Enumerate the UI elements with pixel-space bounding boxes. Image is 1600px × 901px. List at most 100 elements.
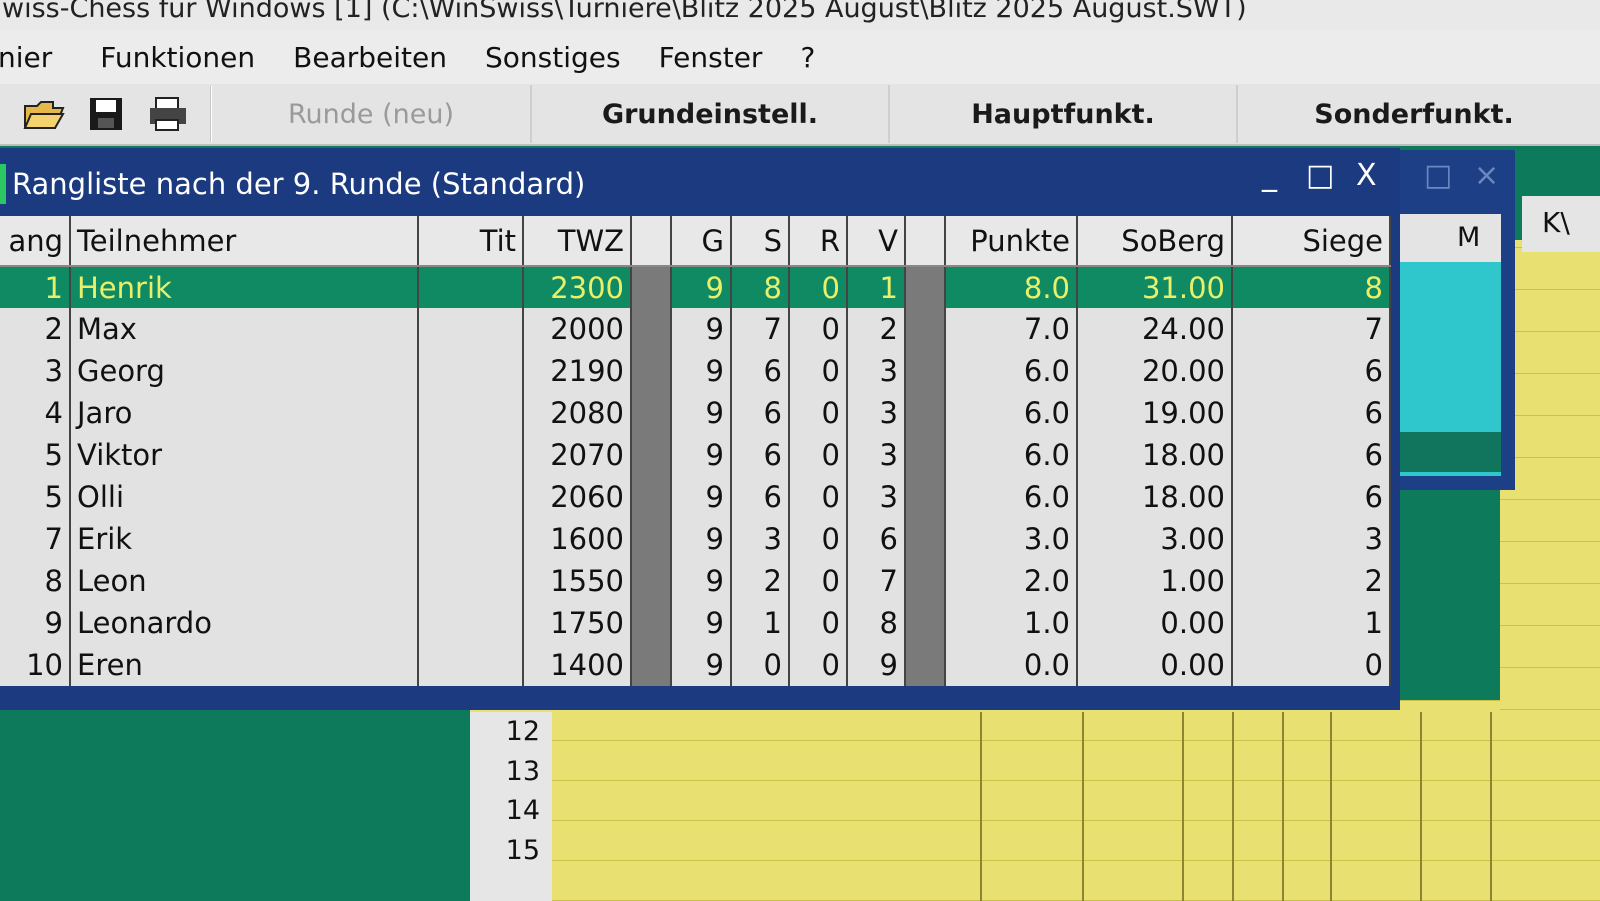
cell-r[interactable]: 0 [789, 602, 848, 644]
cell-r[interactable]: 0 [789, 518, 848, 560]
cell-r[interactable]: 0 [789, 560, 848, 602]
cell-siege[interactable]: 2 [1232, 560, 1391, 602]
cell-siege[interactable]: 7 [1232, 308, 1391, 350]
cell-twz[interactable]: 2300 [523, 266, 632, 308]
background-maximize-icon[interactable]: □ [1424, 158, 1452, 193]
cell-soberg[interactable]: 0.00 [1077, 644, 1233, 686]
cell-s[interactable]: 2 [731, 560, 790, 602]
cell-g[interactable]: 9 [671, 266, 732, 308]
cell-twz[interactable]: 2060 [523, 476, 632, 518]
cell-rang[interactable]: 8 [0, 560, 71, 602]
cell-rang[interactable]: 1 [0, 266, 71, 308]
menu-help[interactable]: ? [800, 41, 815, 74]
cell-soberg[interactable]: 0.00 [1077, 602, 1233, 644]
maximize-icon[interactable]: □ [1306, 158, 1334, 193]
cell-v[interactable]: 9 [847, 644, 906, 686]
table-row[interactable]: 5 Olli 2060 9 6 0 3 6.0 18.00 6 [0, 476, 1391, 518]
cell-teilnehmer[interactable]: Georg [70, 350, 419, 392]
cell-v[interactable]: 3 [847, 350, 906, 392]
cell-rang[interactable]: 10 [0, 644, 71, 686]
table-row[interactable]: 9 Leonardo 1750 9 1 0 8 1.0 0.00 1 [0, 602, 1391, 644]
cell-s[interactable]: 3 [731, 518, 790, 560]
cell-r[interactable]: 0 [789, 434, 848, 476]
column-header-g[interactable]: G [671, 216, 732, 267]
cell-tit[interactable] [418, 434, 524, 476]
cell-g[interactable]: 9 [671, 350, 732, 392]
cell-tit[interactable] [418, 266, 524, 308]
cell-rang[interactable]: 7 [0, 518, 71, 560]
cell-g[interactable]: 9 [671, 476, 732, 518]
cell-twz[interactable]: 1750 [523, 602, 632, 644]
cell-teilnehmer[interactable]: Leon [70, 560, 419, 602]
cell-siege[interactable]: 6 [1232, 434, 1391, 476]
cell-soberg[interactable]: 31.00 [1077, 266, 1233, 308]
table-row[interactable]: 5 Viktor 2070 9 6 0 3 6.0 18.00 6 [0, 434, 1391, 476]
cell-g[interactable]: 9 [671, 518, 732, 560]
cell-r[interactable]: 0 [789, 266, 848, 308]
cell-s[interactable]: 0 [731, 644, 790, 686]
table-row[interactable]: 2 Max 2000 9 7 0 2 7.0 24.00 7 [0, 308, 1391, 350]
table-row[interactable]: 1 Henrik 2300 9 8 0 1 8.0 31.00 8 [0, 266, 1391, 308]
cell-soberg[interactable]: 24.00 [1077, 308, 1233, 350]
cell-siege[interactable]: 6 [1232, 476, 1391, 518]
cell-tit[interactable] [418, 560, 524, 602]
column-header-tit[interactable]: Tit [418, 216, 524, 267]
cell-twz[interactable]: 1400 [523, 644, 632, 686]
cell-s[interactable]: 6 [731, 392, 790, 434]
cell-teilnehmer[interactable]: Viktor [70, 434, 419, 476]
cell-teilnehmer[interactable]: Jaro [70, 392, 419, 434]
cell-twz[interactable]: 2190 [523, 350, 632, 392]
cell-s[interactable]: 7 [731, 308, 790, 350]
cell-punkte[interactable]: 3.0 [945, 518, 1078, 560]
sonderfunkt-button[interactable]: Sonderfunkt. [1238, 85, 1590, 143]
cell-punkte[interactable]: 6.0 [945, 392, 1078, 434]
menu-funktionen[interactable]: Funktionen [100, 41, 255, 74]
cell-teilnehmer[interactable]: Eren [70, 644, 419, 686]
cell-rang[interactable]: 2 [0, 308, 71, 350]
cell-g[interactable]: 9 [671, 392, 732, 434]
save-icon[interactable] [84, 94, 128, 134]
cell-tit[interactable] [418, 602, 524, 644]
cell-twz[interactable]: 2070 [523, 434, 632, 476]
cell-soberg[interactable]: 18.00 [1077, 434, 1233, 476]
cell-g[interactable]: 9 [671, 560, 732, 602]
table-row[interactable]: 8 Leon 1550 9 2 0 7 2.0 1.00 2 [0, 560, 1391, 602]
cell-teilnehmer[interactable]: Erik [70, 518, 419, 560]
table-row[interactable]: 4 Jaro 2080 9 6 0 3 6.0 19.00 6 [0, 392, 1391, 434]
cell-tit[interactable] [418, 518, 524, 560]
cell-s[interactable]: 1 [731, 602, 790, 644]
cell-teilnehmer[interactable]: Leonardo [70, 602, 419, 644]
cell-siege[interactable]: 0 [1232, 644, 1391, 686]
cell-r[interactable]: 0 [789, 644, 848, 686]
cell-s[interactable]: 6 [731, 476, 790, 518]
cell-r[interactable]: 0 [789, 350, 848, 392]
cell-rang[interactable]: 5 [0, 434, 71, 476]
cell-siege[interactable]: 6 [1232, 392, 1391, 434]
cell-punkte[interactable]: 7.0 [945, 308, 1078, 350]
cell-v[interactable]: 6 [847, 518, 906, 560]
column-header-siege[interactable]: Siege [1232, 216, 1391, 267]
cell-soberg[interactable]: 3.00 [1077, 518, 1233, 560]
cell-siege[interactable]: 3 [1232, 518, 1391, 560]
cell-tit[interactable] [418, 392, 524, 434]
cell-twz[interactable]: 2080 [523, 392, 632, 434]
cell-twz[interactable]: 2000 [523, 308, 632, 350]
cell-punkte[interactable]: 6.0 [945, 434, 1078, 476]
column-header-rang[interactable]: ang [0, 216, 71, 267]
cell-soberg[interactable]: 18.00 [1077, 476, 1233, 518]
menu-sonstiges[interactable]: Sonstiges [485, 41, 621, 74]
cell-tit[interactable] [418, 350, 524, 392]
cell-rang[interactable]: 3 [0, 350, 71, 392]
cell-siege[interactable]: 8 [1232, 266, 1391, 308]
hauptfunkt-button[interactable]: Hauptfunkt. [890, 85, 1238, 143]
ranking-window-title-bar[interactable]: Rangliste nach der 9. Runde (Standard) [0, 156, 1400, 212]
cell-punkte[interactable]: 0.0 [945, 644, 1078, 686]
table-row[interactable]: 7 Erik 1600 9 3 0 6 3.0 3.00 3 [0, 518, 1391, 560]
column-header-r[interactable]: R [789, 216, 848, 267]
cell-v[interactable]: 8 [847, 602, 906, 644]
cell-r[interactable]: 0 [789, 308, 848, 350]
cell-s[interactable]: 6 [731, 350, 790, 392]
cell-rang[interactable]: 5 [0, 476, 71, 518]
minimize-icon[interactable]: _ [1262, 158, 1277, 193]
table-row[interactable]: 3 Georg 2190 9 6 0 3 6.0 20.00 6 [0, 350, 1391, 392]
